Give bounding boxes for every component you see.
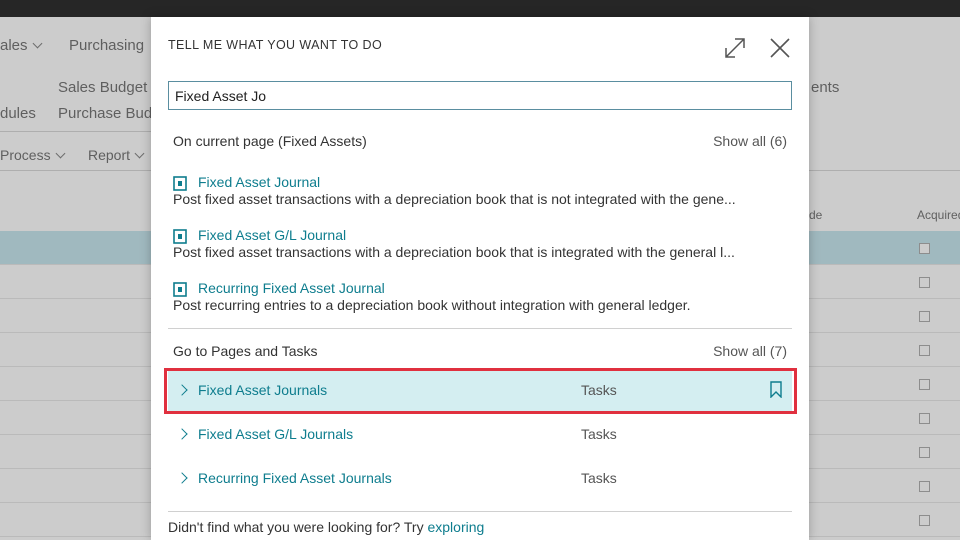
footer-divider — [168, 511, 792, 512]
page-icon — [173, 229, 187, 244]
task-type: Tasks — [581, 382, 617, 398]
result-title[interactable]: Recurring Fixed Asset Journal — [198, 280, 385, 296]
exploring-link[interactable]: exploring — [427, 519, 484, 535]
chevron-right-icon — [176, 428, 188, 440]
section-divider — [168, 328, 792, 329]
result-description: Post fixed asset transactions with a dep… — [173, 191, 736, 207]
result-item[interactable]: Recurring Fixed Asset Journal Post recur… — [173, 280, 783, 316]
current-page-heading: On current page (Fixed Assets) — [173, 133, 367, 149]
task-row-fixed-asset-journals[interactable]: Fixed Asset Journals Tasks — [168, 371, 792, 411]
result-title[interactable]: Fixed Asset G/L Journal — [198, 227, 346, 243]
close-icon[interactable] — [767, 35, 793, 61]
task-name[interactable]: Fixed Asset Journals — [198, 382, 327, 398]
top-bar — [0, 0, 960, 17]
expand-icon[interactable] — [722, 35, 748, 61]
result-description: Post recurring entries to a depreciation… — [173, 297, 691, 313]
result-item[interactable]: Fixed Asset G/L Journal Post fixed asset… — [173, 227, 783, 263]
tell-me-dialog: TELL ME WHAT YOU WANT TO DO On current p… — [151, 17, 809, 540]
result-description: Post fixed asset transactions with a dep… — [173, 244, 735, 260]
show-all-current-page[interactable]: Show all (6) — [713, 133, 787, 149]
search-input[interactable] — [168, 81, 792, 110]
task-row-fixed-asset-gl-journals[interactable]: Fixed Asset G/L Journals Tasks — [168, 415, 792, 455]
task-name[interactable]: Fixed Asset G/L Journals — [198, 426, 353, 442]
result-item[interactable]: Fixed Asset Journal Post fixed asset tra… — [173, 174, 783, 210]
footer-text: Didn't find what you were looking for? T… — [168, 519, 485, 535]
pages-tasks-heading: Go to Pages and Tasks — [173, 343, 318, 359]
bookmark-icon[interactable] — [770, 381, 782, 398]
task-row-recurring-fixed-asset-journals[interactable]: Recurring Fixed Asset Journals Tasks — [168, 459, 792, 499]
dialog-title: TELL ME WHAT YOU WANT TO DO — [168, 38, 383, 52]
chevron-right-icon — [176, 472, 188, 484]
task-type: Tasks — [581, 426, 617, 442]
chevron-right-icon — [176, 384, 188, 396]
task-name[interactable]: Recurring Fixed Asset Journals — [198, 470, 392, 486]
task-type: Tasks — [581, 470, 617, 486]
result-title[interactable]: Fixed Asset Journal — [198, 174, 320, 190]
page-icon — [173, 176, 187, 191]
page-icon — [173, 282, 187, 297]
show-all-pages-tasks[interactable]: Show all (7) — [713, 343, 787, 359]
